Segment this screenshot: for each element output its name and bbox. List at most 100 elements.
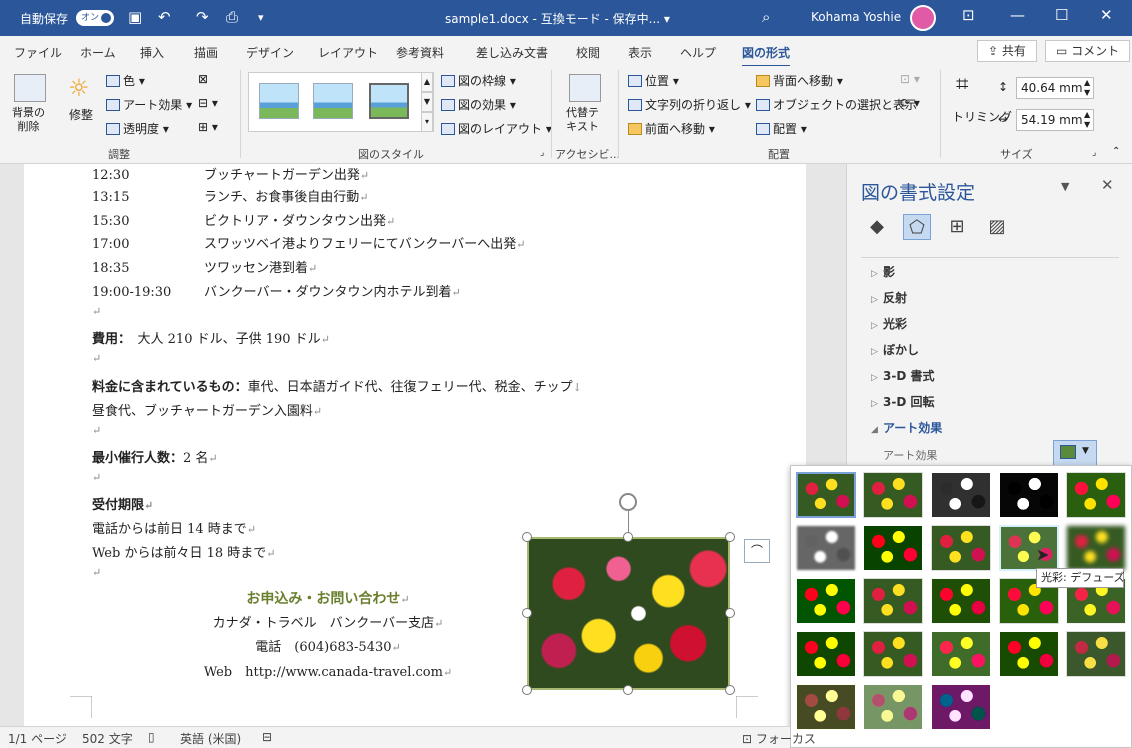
- gallery-more-button[interactable]: ▾: [421, 112, 433, 132]
- dialog-launcher-icon[interactable]: ⌟: [540, 148, 544, 158]
- tab-picture-format[interactable]: 図の形式: [742, 44, 791, 68]
- effect-photocopy[interactable]: [863, 684, 923, 730]
- effect-watercolor-sponge[interactable]: [863, 578, 923, 624]
- effect-plastic-wrap[interactable]: [1066, 631, 1126, 677]
- compress-icon[interactable]: ⊠: [198, 72, 208, 86]
- group-objects-icon[interactable]: ⊡ ▾: [900, 72, 920, 86]
- section-reflection[interactable]: ▷ 反射: [871, 289, 907, 306]
- picture-layout-button[interactable]: 図のレイアウト ▾: [441, 120, 552, 137]
- focus-button[interactable]: ⊡ フォーカス: [742, 730, 816, 747]
- tab-view[interactable]: 表示: [628, 44, 652, 61]
- resize-handle[interactable]: [725, 685, 735, 695]
- effect-chalk-sketch[interactable]: [796, 525, 856, 571]
- effects-tab-icon[interactable]: ⬠: [903, 214, 931, 240]
- picture-style-thumb[interactable]: [259, 83, 299, 119]
- accessibility-icon[interactable]: ⊟: [262, 730, 272, 744]
- search-icon[interactable]: ⌕: [762, 8, 770, 26]
- effect-paint-strokes[interactable]: [863, 525, 923, 571]
- proofing-icon[interactable]: ▯: [148, 730, 155, 744]
- fill-line-icon[interactable]: ◆: [863, 214, 891, 240]
- resize-handle[interactable]: [522, 685, 532, 695]
- effect-cement[interactable]: [796, 631, 856, 677]
- effect-pencil-grayscale[interactable]: [931, 472, 991, 518]
- gallery-down-button[interactable]: ▼: [421, 92, 433, 112]
- user-name[interactable]: Kohama Yoshie: [811, 10, 901, 24]
- effect-texturizer[interactable]: [863, 631, 923, 677]
- redo-icon[interactable]: ↷: [196, 8, 209, 26]
- resize-handle[interactable]: [623, 685, 633, 695]
- collapse-ribbon-icon[interactable]: ⌃: [1112, 146, 1120, 157]
- crop-button[interactable]: トリミング ▾: [952, 108, 1022, 125]
- rotate-icon[interactable]: ⟳ ▾: [900, 96, 920, 110]
- pane-options-icon[interactable]: ▼: [1061, 180, 1069, 193]
- print-icon[interactable]: ⎙: [226, 8, 238, 26]
- align-button[interactable]: 配置 ▾: [756, 120, 807, 137]
- pane-close-icon[interactable]: ✕: [1101, 176, 1114, 194]
- tab-file[interactable]: ファイル: [14, 44, 62, 61]
- alt-text-button[interactable]: 代替テ キスト: [566, 106, 599, 134]
- undo-icon[interactable]: ↶: [158, 8, 171, 26]
- rotate-handle[interactable]: [619, 493, 637, 511]
- transparency-button[interactable]: 透明度 ▾: [106, 120, 169, 137]
- width-spinner[interactable]: ▲ ▼: [1084, 110, 1090, 130]
- page-count[interactable]: 1/1 ページ: [8, 730, 67, 747]
- corrections-button[interactable]: 修整: [69, 106, 93, 123]
- picture-style-thumb[interactable]: [369, 83, 409, 119]
- resize-handle[interactable]: [725, 608, 735, 618]
- ribbon-display-icon[interactable]: ⊡: [962, 6, 975, 24]
- gallery-up-button[interactable]: ▲: [421, 72, 433, 92]
- wrap-text-button[interactable]: 文字列の折り返し ▾: [628, 96, 751, 113]
- effect-marker[interactable]: [863, 472, 923, 518]
- tab-layout[interactable]: レイアウト: [318, 44, 378, 61]
- color-button[interactable]: 色 ▾: [106, 72, 145, 89]
- section-3d-rotation[interactable]: ▷ 3-D 回転: [871, 393, 934, 410]
- resize-handle[interactable]: [725, 532, 735, 542]
- comments-button[interactable]: ▭ コメント: [1045, 40, 1131, 62]
- effect-glow-diffused[interactable]: [999, 525, 1059, 571]
- bring-forward-button[interactable]: 前面へ移動 ▾: [628, 120, 715, 137]
- tab-mailings[interactable]: 差し込み文書: [476, 44, 548, 61]
- save-icon[interactable]: ▣: [128, 8, 142, 26]
- layout-options-icon[interactable]: ⌒: [744, 539, 770, 563]
- selection-pane-button[interactable]: オブジェクトの選択と表示: [756, 96, 917, 113]
- effect-none[interactable]: [796, 472, 856, 518]
- effect-light-screen[interactable]: [796, 578, 856, 624]
- effect-pastels-smooth[interactable]: [999, 631, 1059, 677]
- picture-border-button[interactable]: 図の枠線 ▾: [441, 72, 516, 89]
- effect-crisscross-etching[interactable]: [931, 631, 991, 677]
- section-glow[interactable]: ▷ 光彩: [871, 315, 907, 332]
- change-picture-icon[interactable]: ⊟ ▾: [198, 96, 218, 110]
- position-button[interactable]: 位置 ▾: [628, 72, 679, 89]
- height-spinner[interactable]: ▲ ▼: [1084, 78, 1090, 98]
- effect-paint-brush[interactable]: [931, 525, 991, 571]
- tab-help[interactable]: ヘルプ: [680, 44, 716, 61]
- crop-icon[interactable]: ⌗: [956, 72, 968, 97]
- close-icon[interactable]: ✕: [1100, 6, 1113, 24]
- autosave-toggle[interactable]: オン: [76, 10, 114, 26]
- tab-review[interactable]: 校閲: [576, 44, 600, 61]
- effect-line-drawing[interactable]: [1066, 472, 1126, 518]
- tab-insert[interactable]: 挿入: [140, 44, 164, 61]
- section-3d-format[interactable]: ▷ 3-D 書式: [871, 367, 934, 384]
- effect-film-grain[interactable]: [931, 578, 991, 624]
- flower-picture[interactable]: [527, 537, 730, 690]
- effect-glow-edges[interactable]: [931, 684, 991, 730]
- resize-handle[interactable]: [522, 532, 532, 542]
- share-button[interactable]: ⇪ 共有: [977, 40, 1037, 62]
- width-field[interactable]: 54.19 mm: [1016, 109, 1094, 131]
- artistic-effects-dropdown[interactable]: ▼: [1053, 440, 1097, 466]
- effect-cutout[interactable]: [796, 684, 856, 730]
- tab-references[interactable]: 参考資料: [396, 44, 444, 61]
- size-dialog-launcher-icon[interactable]: ⌟: [1092, 148, 1096, 158]
- language[interactable]: 英語 (米国): [180, 730, 241, 747]
- avatar[interactable]: [910, 5, 936, 31]
- picture-effects-button[interactable]: 図の効果 ▾: [441, 96, 516, 113]
- minimize-icon[interactable]: —: [1010, 6, 1025, 24]
- section-shadow[interactable]: ▷ 影: [871, 263, 895, 280]
- artistic-effects-button[interactable]: アート効果 ▾: [106, 96, 192, 113]
- resize-handle[interactable]: [623, 532, 633, 542]
- resize-handle[interactable]: [522, 608, 532, 618]
- send-backward-button[interactable]: 背面へ移動 ▾: [756, 72, 843, 89]
- tab-draw[interactable]: 描画: [194, 44, 218, 61]
- alt-text-icon[interactable]: [569, 74, 601, 102]
